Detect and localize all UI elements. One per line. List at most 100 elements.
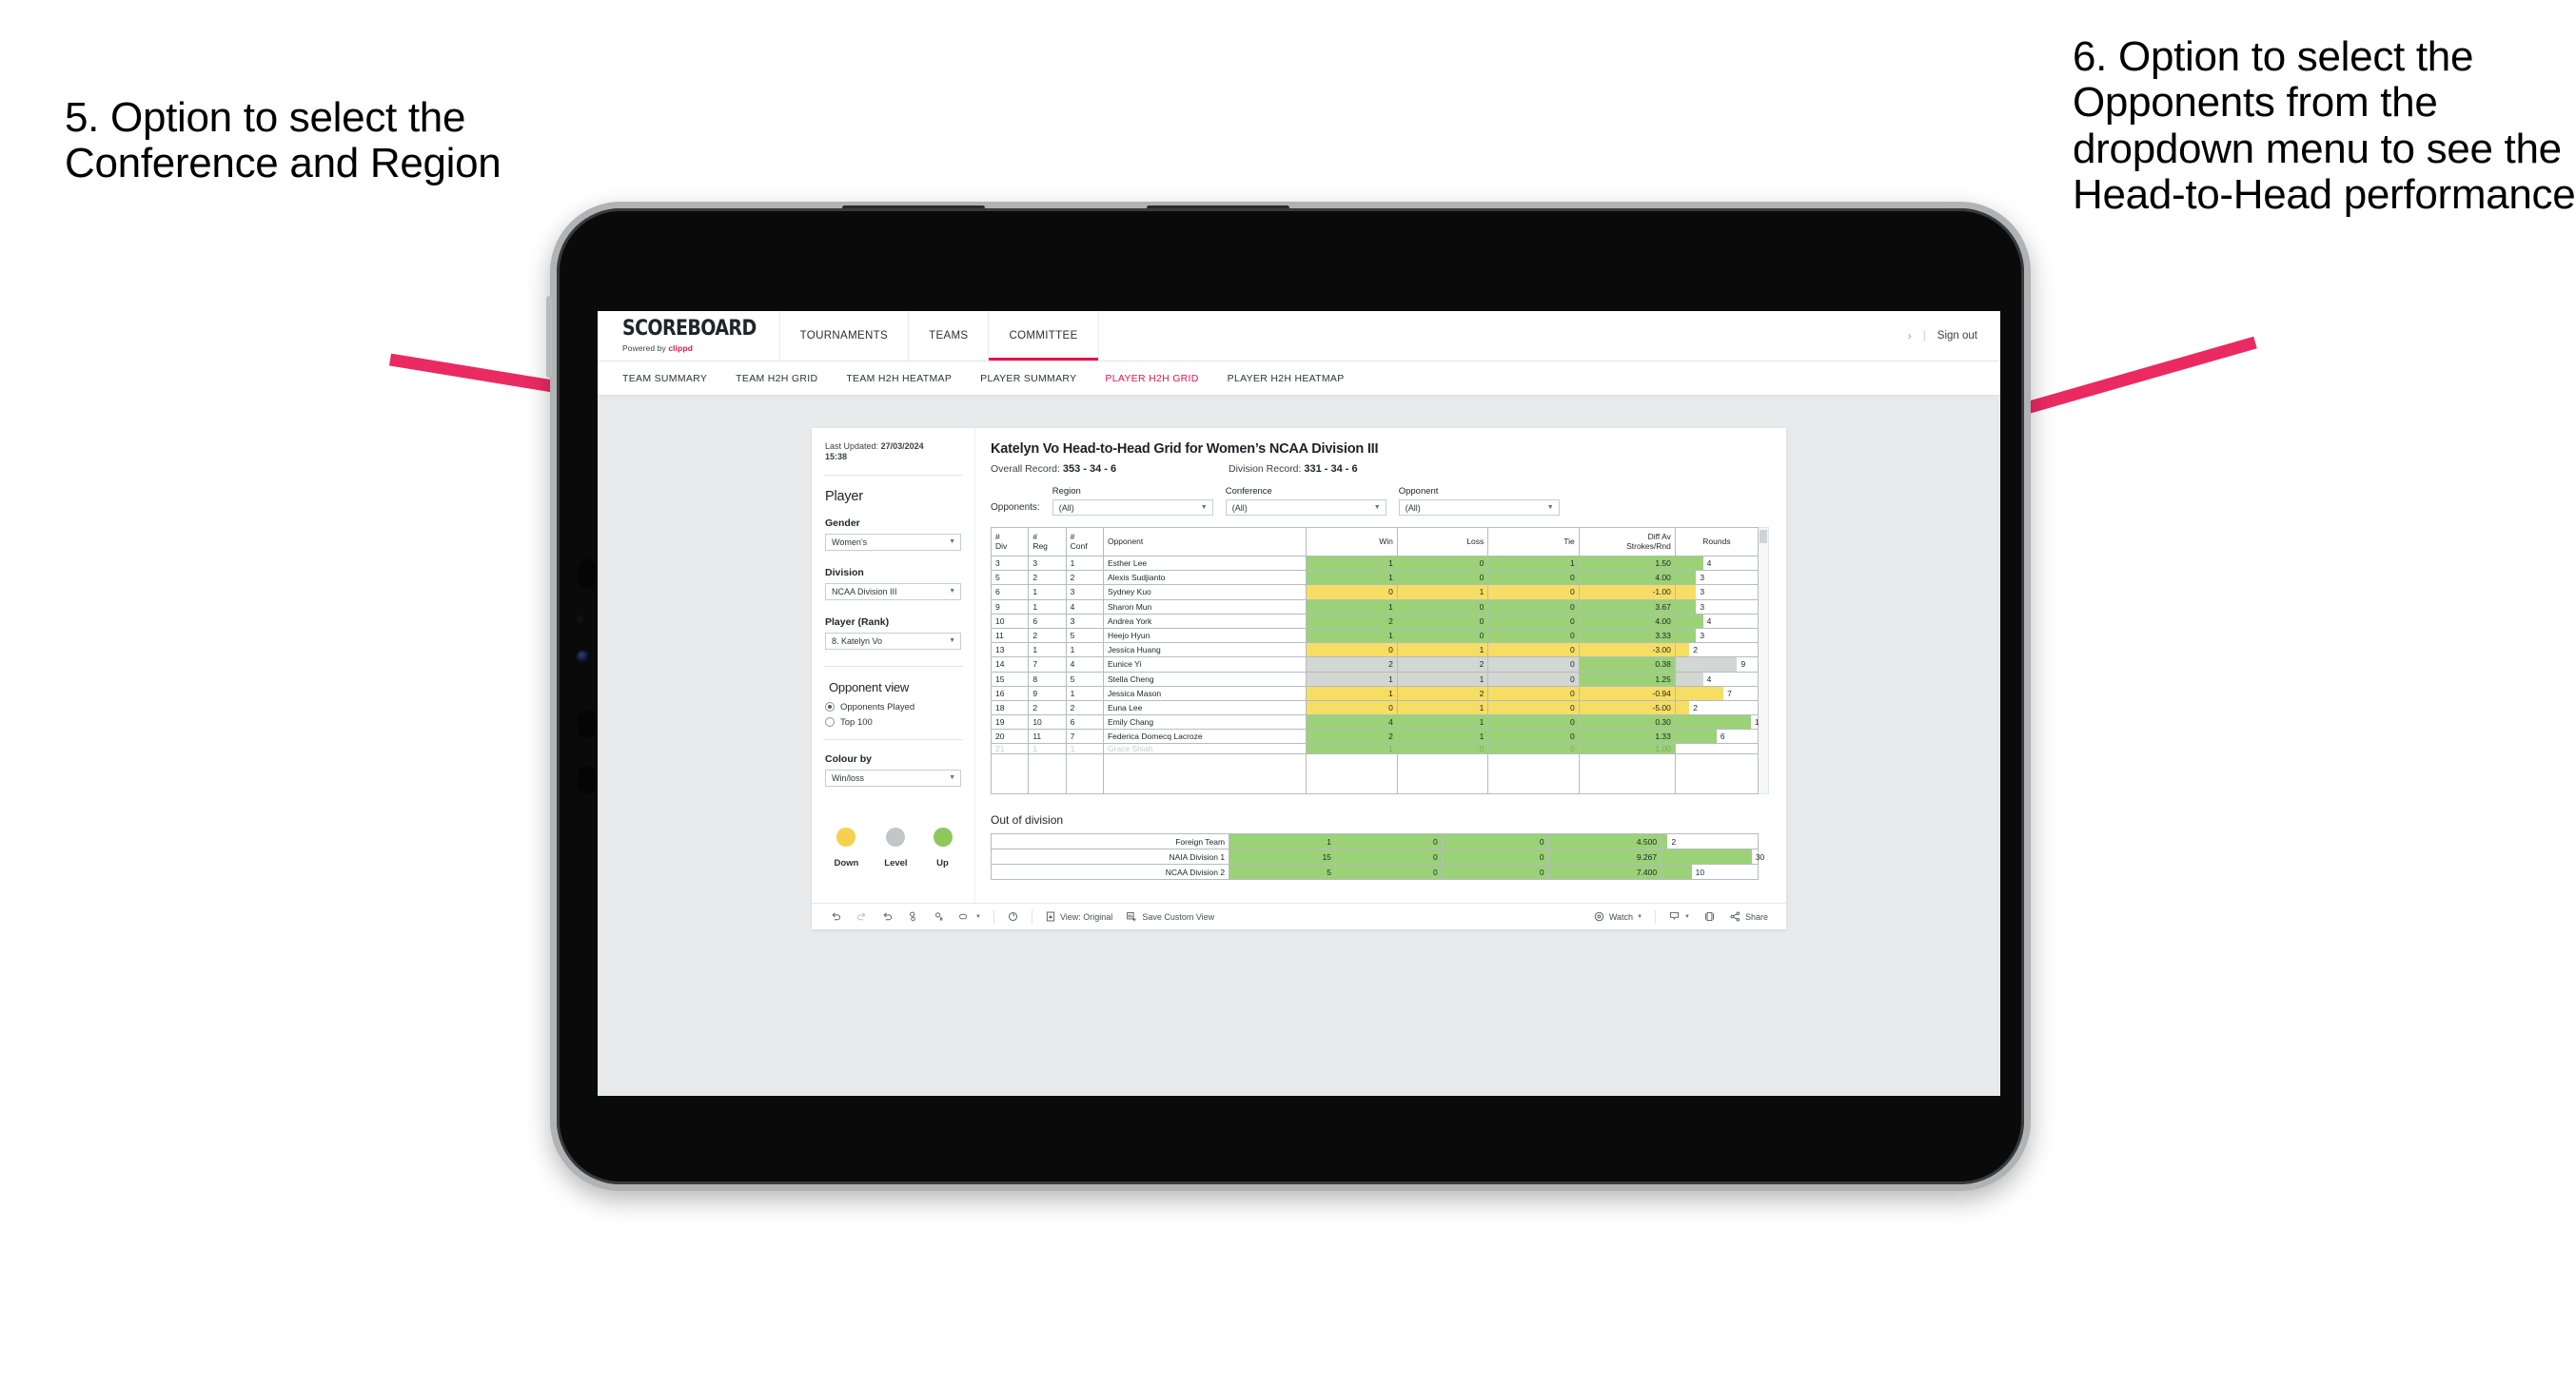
- cell-reg: 10: [1028, 714, 1067, 731]
- table-row[interactable]: 15 8 5 Stella Cheng 1 1 0 1.25 4: [990, 671, 1760, 687]
- table-row[interactable]: Foreign Team 1 0 0 4.500 2: [990, 833, 1760, 850]
- undo-button[interactable]: [823, 910, 849, 923]
- cell-diff: -3.00: [1578, 642, 1676, 658]
- cell-win: 1: [1306, 627, 1398, 644]
- table-row[interactable]: NCAA Division 2 5 0 0 7.400 10: [990, 864, 1760, 881]
- chevron-right-icon[interactable]: ›: [1908, 329, 1912, 342]
- table-row[interactable]: 3 3 1 Esther Lee 1 0 1 1.50 4: [990, 555, 1760, 572]
- col-reg-line2: Reg: [1032, 540, 1048, 551]
- cell-group-name: NAIA Division 1: [990, 849, 1230, 866]
- table-row[interactable]: 14 7 4 Eunice Yi 2 2 0 0.38 9: [990, 656, 1760, 673]
- rounds-value: 2: [1693, 702, 1698, 713]
- subnav-item-player-h2h-heatmap[interactable]: PLAYER H2H HEATMAP: [1228, 373, 1345, 384]
- cell-win: 0: [1306, 584, 1398, 600]
- divider: [823, 665, 963, 667]
- table-row[interactable]: 20 11 7 Federica Domecq Lacroze 2 1 0 1.33 6: [990, 729, 1760, 745]
- opponent-select[interactable]: (All) ▼: [1398, 499, 1560, 516]
- rounds-bar: [1675, 730, 1717, 744]
- cell-reg: 1: [1028, 584, 1067, 600]
- highlight-button[interactable]: ▼: [952, 910, 988, 923]
- sign-out-link[interactable]: Sign out: [1937, 330, 1977, 342]
- save-custom-view-button[interactable]: Save Custom View: [1119, 910, 1221, 923]
- division-select[interactable]: NCAA Division III ▼: [825, 582, 961, 600]
- rounds-bar: [1675, 657, 1738, 672]
- cell-empty: [990, 753, 1030, 795]
- gender-select[interactable]: Women’s ▼: [825, 533, 961, 551]
- share-button[interactable]: Share: [1722, 910, 1775, 923]
- scrollbar-thumb[interactable]: [1760, 530, 1767, 543]
- cell-opponent: Euna Lee: [1102, 699, 1308, 716]
- opponent-view-heading: Opponent view: [829, 679, 910, 694]
- pause-button[interactable]: [926, 910, 952, 923]
- subnav-item-team-h2h-grid[interactable]: TEAM H2H GRID: [736, 373, 817, 384]
- subnav-item-player-summary[interactable]: PLAYER SUMMARY: [980, 373, 1076, 384]
- rounds-bar: [1675, 556, 1703, 571]
- cell-tie: 0: [1487, 570, 1580, 586]
- player-rank-select[interactable]: 8. Katelyn Vo ▼: [825, 632, 961, 650]
- region-select[interactable]: (All) ▼: [1052, 499, 1213, 516]
- subnav-item-player-h2h-grid[interactable]: PLAYER H2H GRID: [1105, 373, 1198, 384]
- refresh-button[interactable]: [900, 910, 926, 923]
- cell-group-name: Foreign Team: [990, 833, 1230, 850]
- table-row[interactable]: 10 6 3 Andrea York 2 0 0 4.00 4: [990, 613, 1760, 629]
- division-record-label: Division Record:: [1229, 463, 1302, 475]
- rounds-value: 3: [1700, 601, 1705, 612]
- table-row[interactable]: 16 9 1 Jessica Mason 1 2 0 -0.94 7: [990, 685, 1760, 701]
- table-scrollbar[interactable]: [1759, 527, 1769, 795]
- cell-reg: 7: [1028, 656, 1067, 673]
- table-row[interactable]: 18 2 2 Euna Lee 0 1 0 -5.00 2: [990, 699, 1760, 716]
- subnav-item-team-h2h-heatmap[interactable]: TEAM H2H HEATMAP: [846, 373, 952, 384]
- cell-tie: 0: [1487, 584, 1580, 600]
- topnav-item-tournaments[interactable]: TOURNAMENTS: [780, 311, 910, 361]
- cell-loss: 0: [1334, 833, 1443, 850]
- download-button[interactable]: ▼: [1662, 910, 1697, 923]
- view-original-button[interactable]: View: Original: [1038, 910, 1119, 923]
- annotation-callout-6: 6. Option to select the Opponents from t…: [2073, 33, 2576, 219]
- chevron-down-icon: ▼: [949, 588, 955, 595]
- help-button[interactable]: [1000, 910, 1026, 923]
- chevron-down-icon: ▼: [949, 637, 955, 644]
- col-conf-line2: Conf: [1070, 540, 1088, 551]
- cell-diff: -1.00: [1578, 584, 1676, 600]
- rounds-bar: [1662, 849, 1752, 865]
- cell-win: 1: [1306, 598, 1398, 615]
- topnav-item-committee[interactable]: COMMITTEE: [989, 311, 1099, 361]
- table-row[interactable]: NAIA Division 1 15 0 0 9.267 30: [990, 849, 1764, 866]
- cell-tie: 1: [1487, 555, 1580, 572]
- revert-button[interactable]: [875, 910, 900, 923]
- topnav-item-teams[interactable]: TEAMS: [909, 311, 990, 361]
- watch-button[interactable]: Watch ▼: [1586, 910, 1649, 923]
- table-row[interactable]: 19106Emily Chang4100.3011: [990, 714, 1763, 731]
- colour-by-select[interactable]: Win/loss ▼: [825, 769, 961, 787]
- share-label: Share: [1744, 911, 1768, 922]
- overall-record: Overall Record: 353 - 34 - 6: [991, 463, 1229, 475]
- cell-opponent: Andrea York: [1102, 613, 1308, 629]
- opponent-value: (All): [1405, 502, 1421, 513]
- cell-empty: [1065, 753, 1104, 795]
- conference-select[interactable]: (All) ▼: [1225, 499, 1386, 516]
- cell-reg: 9: [1028, 685, 1067, 701]
- power-button[interactable]: [546, 296, 552, 378]
- table-row[interactable]: 13 1 1 Jessica Huang 0 1 0 -3.00 2: [990, 642, 1760, 658]
- col-diff: Diff Av Strokes/Rnd: [1578, 527, 1676, 556]
- cell-loss: 0: [1334, 864, 1443, 881]
- cell-clipped: Grace Shiah: [1102, 743, 1308, 755]
- brand-logo[interactable]: SCOREBOARD Powered by clippd: [598, 311, 780, 361]
- table-row[interactable]: 6 1 3 Sydney Kuo 0 1 0 -1.00 3: [990, 584, 1760, 600]
- legend-dot-up: [933, 827, 953, 847]
- chevron-down-icon: ▼: [1546, 504, 1554, 511]
- radio-top-100[interactable]: Top 100: [825, 717, 961, 728]
- speaker-icon: [577, 766, 598, 794]
- fullscreen-button[interactable]: [1697, 910, 1722, 923]
- radio-top-100-label: Top 100: [840, 716, 873, 728]
- page-title: Katelyn Vo Head-to-Head Grid for Women’s…: [991, 441, 1379, 457]
- cell-diff: -5.00: [1578, 699, 1676, 716]
- cell-opponent: Eunice Yi: [1102, 656, 1308, 673]
- table-row[interactable]: 11 2 5 Heejo Hyun 1 0 0 3.33 3: [990, 627, 1760, 644]
- subnav-item-team-summary[interactable]: TEAM SUMMARY: [622, 373, 707, 384]
- table-row[interactable]: 5 2 2 Alexis Sudjianto 1 0 0 4.00 3: [990, 570, 1760, 586]
- redo-button[interactable]: [849, 910, 875, 923]
- table-row[interactable]: 9 1 4 Sharon Mun 1 0 0 3.67 3: [990, 598, 1760, 615]
- radio-opponents-played[interactable]: Opponents Played: [825, 702, 961, 713]
- cell-clipped: 0: [1396, 743, 1489, 755]
